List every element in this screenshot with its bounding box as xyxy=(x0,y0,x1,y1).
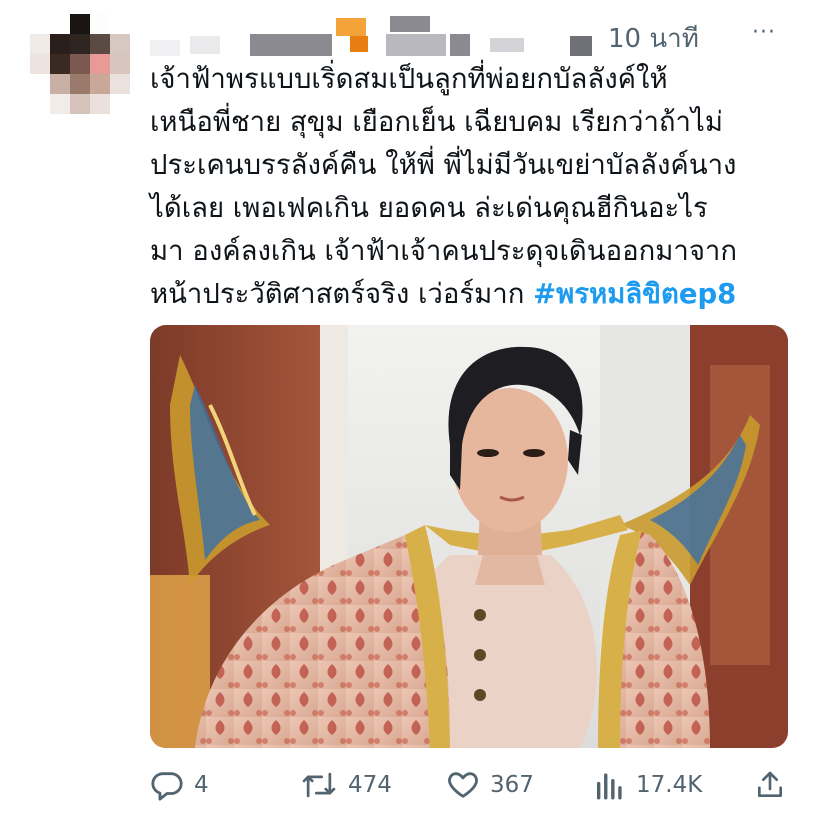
like-button[interactable]: 367 xyxy=(446,762,534,808)
avatar[interactable] xyxy=(30,14,130,114)
heart-icon xyxy=(446,768,480,802)
tweet-actions: 4 474 367 17.4K xyxy=(150,762,790,808)
views-count: 17.4K xyxy=(636,772,703,798)
tweet-photo[interactable] xyxy=(150,325,788,748)
hashtag-link[interactable]: #พรหมลิขิตep8 xyxy=(533,278,736,310)
photo-illustration xyxy=(150,325,788,748)
share-button[interactable] xyxy=(754,762,786,808)
reply-count: 4 xyxy=(194,772,209,798)
views-button[interactable]: 17.4K xyxy=(594,762,702,808)
retweet-icon xyxy=(300,768,338,802)
tweet-timestamp[interactable]: 10 นาที xyxy=(608,18,699,59)
author-name-blurred[interactable] xyxy=(150,16,610,60)
reply-button[interactable]: 4 xyxy=(150,762,209,808)
tweet-text: เจ้าฟ้าพรแบบเริ่ดสมเป็นลูกที่พ่อยกบัลลัง… xyxy=(150,58,800,316)
like-count: 367 xyxy=(490,772,534,798)
more-options-button[interactable]: ··· xyxy=(752,20,776,45)
tweet-body: เจ้าฟ้าพรแบบเริ่ดสมเป็นลูกที่พ่อยกบัลลัง… xyxy=(150,63,738,310)
reply-icon xyxy=(150,768,184,802)
retweet-count: 474 xyxy=(348,772,392,798)
retweet-button[interactable]: 474 xyxy=(300,762,392,808)
views-icon xyxy=(594,768,626,802)
share-icon xyxy=(754,768,786,802)
